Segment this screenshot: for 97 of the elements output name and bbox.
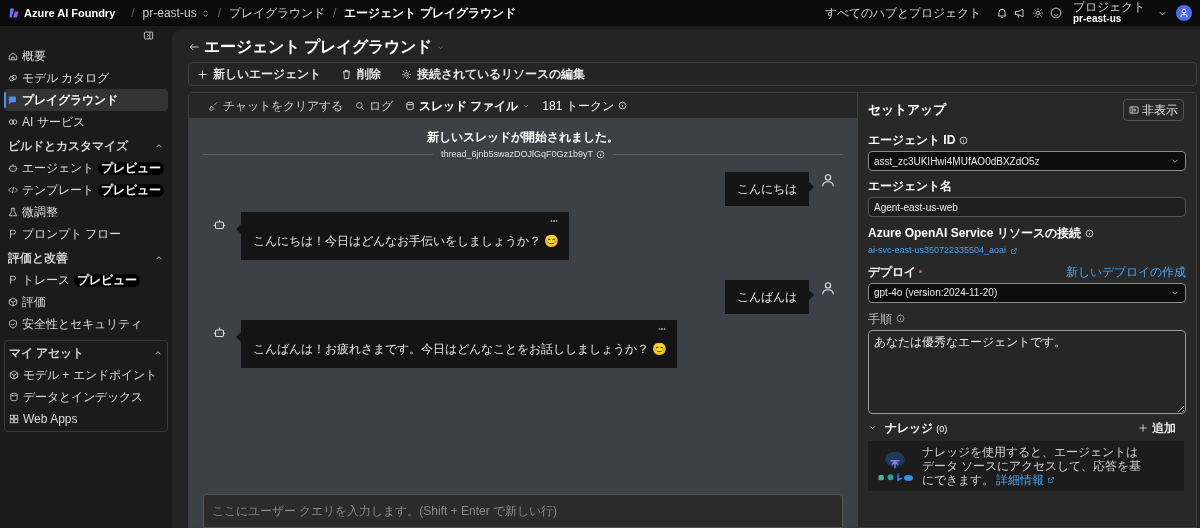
section-heading: 評価と改善 [8, 250, 68, 267]
nav-item[interactable]: 概要 [4, 45, 168, 67]
shield-icon [8, 319, 18, 329]
chat-icon [8, 95, 18, 105]
cube-icon [9, 370, 19, 380]
breadcrumb-link[interactable]: pr-east-us [142, 4, 210, 22]
create-deployment-link[interactable]: 新しいデプロイの作成 [1066, 262, 1186, 281]
megaphone-icon[interactable] [1014, 7, 1026, 19]
breadcrumb-separator: / [217, 5, 221, 22]
breadcrumb-link[interactable]: エージェント プレイグラウンド [344, 4, 516, 22]
broom-icon [209, 100, 219, 111]
agent-message-bubble: こんばんは！お疲れさまです。今日はどんなことをお話ししましょうか？ 😊 [241, 319, 678, 368]
field-label: エージェント ID [868, 132, 956, 149]
bubble-pointer [809, 181, 814, 192]
field-label: エージェント名 [868, 178, 952, 195]
nav-item[interactable]: 微調整 [4, 201, 168, 223]
avatar-icon[interactable] [1176, 5, 1192, 21]
logo-icon [8, 7, 20, 19]
search-icon [355, 100, 365, 111]
breadcrumb-link[interactable]: プレイグラウンド [229, 4, 325, 22]
section-heading: ビルドとカスタマイズ [8, 138, 128, 155]
rings-icon [8, 117, 18, 127]
grid-icon [9, 414, 19, 424]
preview-badge: プレビュー [98, 183, 164, 197]
message-input-field[interactable]: ここにユーザー クエリを入力します。(Shift + Enter で新しい行) [203, 494, 843, 528]
all-hubs-link[interactable]: すべてのハブとプロジェクト [825, 4, 981, 22]
toolbar-button[interactable]: 接続されているリソースの編集 [401, 65, 585, 83]
nav-item[interactable]: エージェント プレビュー [4, 157, 168, 179]
bubble-pointer [809, 289, 814, 300]
external-link-icon [1010, 246, 1019, 255]
code-icon [8, 185, 18, 195]
resource-link[interactable]: ai-svc-east-us350722335504_aoai [868, 244, 1019, 258]
toolbar-button[interactable]: チャットをクリアする [209, 96, 343, 115]
nav-item[interactable]: モデル + エンドポイント [5, 364, 167, 386]
nav-item[interactable]: 安全性とセキュリティ [4, 313, 168, 335]
settings-icon[interactable] [1032, 7, 1044, 19]
panel-toggle-icon[interactable] [143, 30, 154, 41]
project-label: プロジェクト [1073, 1, 1145, 13]
hide-button[interactable]: 非表示 [1123, 99, 1184, 121]
plus-icon [197, 68, 208, 80]
bell-icon[interactable] [996, 7, 1008, 19]
robot-icon [213, 217, 226, 231]
home-icon [8, 51, 18, 61]
plus-icon [1138, 422, 1148, 433]
nav-item[interactable]: データとインデックス [5, 386, 167, 408]
nav-item[interactable]: Web Apps [5, 408, 167, 430]
nav-item[interactable]: 評価 [4, 291, 168, 313]
back-arrow-icon[interactable] [188, 41, 200, 53]
person-icon [821, 280, 835, 295]
nav-item[interactable]: プレイグラウンド [4, 89, 168, 111]
dropdown[interactable]: asst_zc3UKIHwi4MUfAO0dBXZdO5z [868, 151, 1186, 171]
robot-icon [8, 163, 18, 173]
user-message-bubble: こんにちは [725, 171, 809, 206]
breadcrumb-separator: / [131, 5, 135, 22]
robot-icon [213, 325, 226, 339]
instructions-field[interactable]: あなたは優秀なエージェントです。 [868, 329, 1186, 414]
token-count: 181 トークン [542, 97, 614, 115]
preview-badge: プレビュー [98, 161, 164, 175]
knowledge-description: ナレッジを使用すると、エージェントはデータ ソースにアクセスして、応答を基にできます。 詳細情報 [922, 444, 1142, 487]
nav-item[interactable]: プロンプト フロー [4, 223, 168, 245]
external-link-icon [1047, 475, 1055, 484]
text-field[interactable]: Agent-east-us-web [868, 197, 1186, 217]
toolbar-button[interactable]: 削除 [341, 65, 381, 83]
add-button[interactable]: 追加 [1138, 418, 1176, 437]
field-label: 手順 [868, 310, 892, 328]
database-icon [405, 100, 415, 111]
field-label: デプロイ [868, 263, 916, 281]
nav-item[interactable]: テンプレート プレビュー [4, 179, 168, 201]
panel-icon [1129, 105, 1139, 115]
database-icon [9, 392, 19, 402]
trash-icon [341, 68, 352, 80]
smiley-icon[interactable] [1050, 7, 1062, 19]
agent-message-bubble: こんにちは！今日はどんなお手伝いをしましょうか？ 😊 [241, 211, 570, 260]
flask-icon [8, 207, 18, 217]
knowledge-toggle[interactable]: ナレッジ (0) [868, 418, 948, 437]
project-name[interactable]: pr-east-us [1073, 13, 1145, 25]
section-heading: マイ アセット [9, 345, 85, 362]
nav-item[interactable]: トレース プレビュー [4, 269, 168, 291]
settings-icon [401, 68, 412, 80]
page-title: エージェント プレイグラウンド [204, 37, 433, 57]
field-label: Azure OpenAI Service リソースの接続 [868, 225, 1081, 242]
thread-notice: 新しいスレッドが開始されました。 [427, 129, 619, 146]
nav-item[interactable]: AI サービス [4, 111, 168, 133]
learn-more-link[interactable]: 詳細情報 [996, 472, 1055, 487]
thread-id: thread_6jnb5swazDOJlGqF0Gz1b9yT [440, 148, 594, 161]
toolbar-button[interactable]: スレッド ファイル [405, 96, 531, 115]
panel-title: セットアップ [868, 101, 946, 120]
preview-badge: プレビュー [74, 273, 140, 287]
toolbar-button[interactable]: 新しいエージェント [197, 65, 321, 83]
person-icon [821, 172, 835, 187]
toolbar-button[interactable]: ログ [355, 96, 393, 115]
info-icon[interactable] [896, 314, 905, 323]
dropdown[interactable]: gpt-4o (version:2024-11-20) [868, 282, 1186, 303]
user-message-bubble: こんばんは [725, 279, 809, 314]
app-title: Azure AI Foundry [24, 5, 116, 21]
breadcrumb-separator: / [333, 5, 337, 22]
nav-item[interactable]: モデル カタログ [4, 67, 168, 89]
